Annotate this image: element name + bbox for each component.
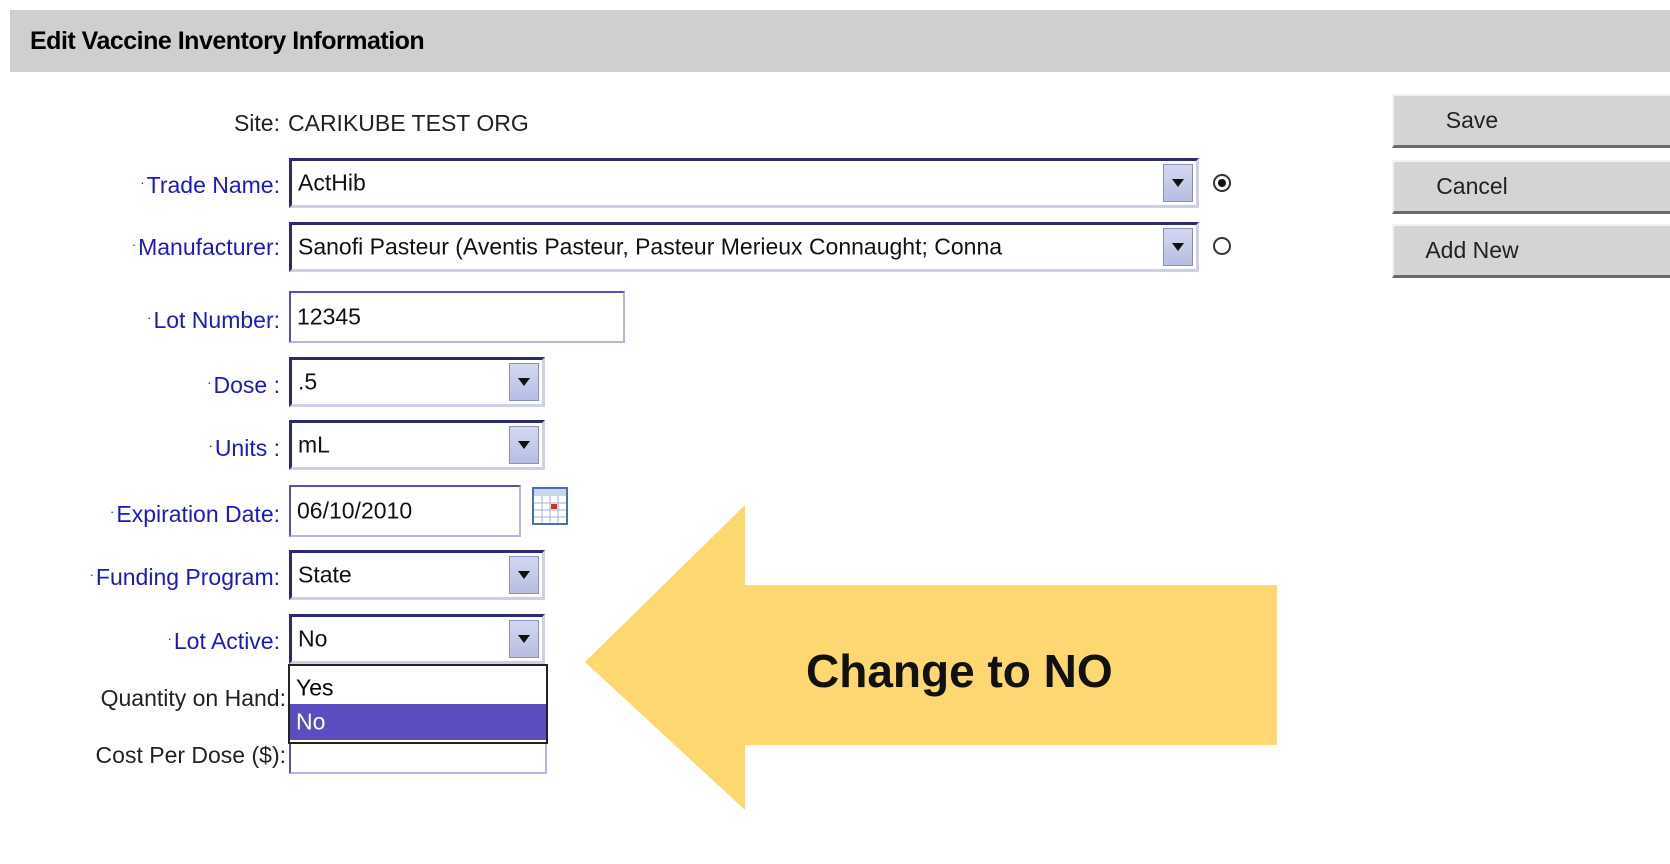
funding-program-label: ·Funding Program:: [89, 564, 280, 590]
dose-select[interactable]: .5: [289, 357, 545, 407]
units-label: ·Units :: [208, 435, 280, 461]
chevron-down-icon[interactable]: [509, 556, 539, 594]
annotation-text: Change to NO: [806, 645, 1113, 697]
manufacturer-value: Sanofi Pasteur (Aventis Pasteur, Pasteur…: [298, 233, 1003, 260]
funding-program-value: State: [298, 561, 352, 588]
required-marker: ·: [147, 310, 152, 325]
chevron-down-icon[interactable]: [509, 426, 539, 464]
required-marker: ·: [167, 631, 172, 646]
quantity-on-hand-label: Quantity on Hand:: [100, 685, 286, 711]
expiration-date-input[interactable]: 06/10/2010: [289, 485, 521, 537]
option-yes[interactable]: Yes: [290, 670, 546, 706]
calendar-icon[interactable]: [532, 487, 568, 525]
dose-label: ·Dose :: [207, 372, 280, 398]
cost-per-dose-input[interactable]: [289, 744, 547, 774]
site-label: Site:: [233, 110, 280, 136]
cancel-button[interactable]: Cancel: [1392, 160, 1670, 214]
trade-name-label: ·Trade Name:: [140, 172, 280, 198]
chevron-down-icon[interactable]: [509, 363, 539, 401]
required-marker: ·: [140, 175, 145, 190]
lot-number-value: 12345: [297, 303, 361, 330]
manufacturer-radio[interactable]: [1213, 237, 1231, 255]
add-new-button[interactable]: Add New: [1392, 224, 1670, 278]
units-select[interactable]: mL: [289, 420, 545, 470]
lot-active-dropdown-list: Yes No: [288, 664, 548, 744]
expiration-date-value: 06/10/2010: [297, 497, 413, 524]
lot-active-value: No: [298, 625, 328, 652]
required-marker: ·: [208, 438, 213, 453]
lot-number-input[interactable]: 12345: [289, 291, 625, 343]
manufacturer-select[interactable]: Sanofi Pasteur (Aventis Pasteur, Pasteur…: [289, 222, 1199, 272]
trade-name-radio[interactable]: [1213, 174, 1231, 192]
required-marker: ·: [207, 375, 212, 390]
units-value: mL: [298, 431, 330, 458]
required-marker: ·: [89, 567, 94, 582]
lot-active-select[interactable]: No: [289, 614, 545, 664]
radio-selected-dot: [1218, 179, 1226, 187]
chevron-down-icon[interactable]: [1163, 228, 1193, 266]
expiration-date-label: ·Expiration Date:: [110, 501, 280, 527]
lot-active-label: ·Lot Active:: [167, 628, 280, 654]
cost-per-dose-label: Cost Per Dose ($):: [95, 742, 286, 768]
site-value: CARIKUBE TEST ORG: [288, 110, 529, 136]
title-bar: Edit Vaccine Inventory Information: [10, 10, 1670, 72]
lot-number-label: ·Lot Number:: [147, 307, 280, 333]
manufacturer-label: ·Manufacturer:: [131, 234, 280, 260]
dose-value: .5: [298, 368, 318, 395]
chevron-down-icon[interactable]: [509, 620, 539, 658]
chevron-down-icon[interactable]: [1163, 164, 1193, 202]
save-button[interactable]: Save: [1392, 94, 1670, 148]
trade-name-select[interactable]: ActHib: [289, 158, 1199, 208]
funding-program-select[interactable]: State: [289, 550, 545, 600]
required-marker: ·: [131, 237, 137, 252]
page-title: Edit Vaccine Inventory Information: [30, 27, 425, 55]
option-no[interactable]: No: [290, 704, 546, 740]
required-marker: ·: [110, 504, 115, 519]
trade-name-value: ActHib: [298, 169, 366, 196]
